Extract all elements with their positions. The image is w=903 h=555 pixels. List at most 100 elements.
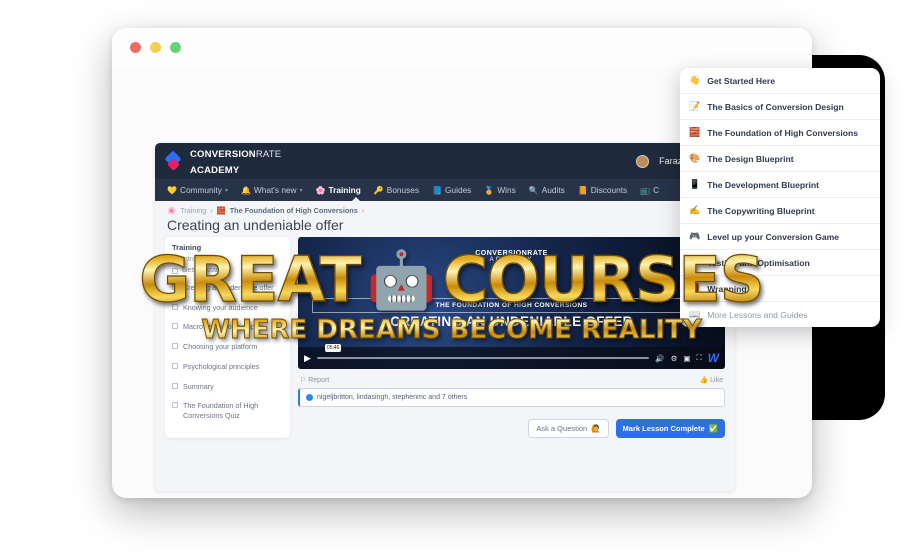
menu-item-development-blueprint[interactable]: 📱 The Development Blueprint — [680, 172, 880, 198]
nav-item-audits[interactable]: 🔍 Audits — [529, 185, 565, 195]
menu-item-testing-optimisation[interactable]: 🧪 Testing and Optimisation — [680, 250, 880, 276]
mark-lesson-complete-button[interactable]: Mark Lesson Complete ✅ — [615, 419, 725, 438]
lesson-label: Knowing your audience — [183, 302, 258, 312]
breadcrumb-parent[interactable]: Training — [180, 206, 206, 215]
list-item[interactable]: Knowing your audience — [172, 298, 283, 318]
lesson-label: Summary — [183, 381, 214, 391]
volume-icon[interactable]: 🔊 — [655, 354, 664, 363]
video-title: CREATING AN UNDENIABLE OFFER — [390, 314, 633, 329]
nav-label: Training — [328, 185, 361, 195]
test-tube-icon: 🧪 — [689, 257, 701, 267]
browser-titlebar — [112, 28, 812, 66]
progress-scrubber[interactable]: 05:46 — [316, 343, 650, 360]
menu-item-wrapping-up[interactable]: 🎁 Wrapping Up — [680, 276, 880, 302]
checkbox-icon[interactable] — [172, 257, 178, 263]
logo-line1-thin: RATE — [255, 149, 282, 160]
list-item[interactable]: Macro vs micro principles — [172, 317, 283, 337]
menu-item-foundation-high-conversions[interactable]: 🧱 The Foundation of High Conversions — [680, 120, 880, 146]
menu-item-design-blueprint[interactable]: 🎨 The Design Blueprint — [680, 146, 880, 172]
fullscreen-icon[interactable]: ⛶ — [696, 353, 701, 363]
checkbox-icon[interactable] — [172, 268, 178, 274]
nav-item-extra[interactable]: 📺 C — [640, 185, 659, 195]
action-buttons: Ask a Question 🙋 Mark Lesson Complete ✅ — [298, 407, 725, 438]
checkbox-icon[interactable] — [172, 303, 178, 310]
menu-item-more-lessons-guides[interactable]: 📖 More Lessons and Guides — [680, 302, 880, 327]
picture-in-picture-icon[interactable]: ▣ — [683, 354, 690, 363]
mobile-phone-icon: 📱 — [689, 179, 701, 189]
logo-line2: ACADEMY — [190, 165, 240, 176]
nav-item-bonuses[interactable]: 🔑 Bonuses — [374, 185, 419, 195]
likes-summary: nigeljbritton, lindasingh, stephenmc and… — [298, 388, 725, 407]
wave-icon: 👋 — [689, 75, 701, 85]
close-icon[interactable] — [130, 41, 141, 53]
report-label: Report — [308, 377, 330, 384]
tv-icon: 📺 — [640, 185, 651, 195]
video-controls: ▶ 05:46 🔊 ⚙ ▣ ⛶ W — [298, 343, 725, 369]
checkbox-icon[interactable] — [172, 362, 178, 369]
nav-label: Discounts — [590, 185, 628, 195]
checkbox-icon[interactable] — [172, 382, 178, 389]
chevron-down-icon: ▾ — [224, 187, 228, 194]
list-item[interactable]: Psychological principles — [172, 357, 283, 377]
brand-logo[interactable]: CONVERSIONRATE ACADEMY — [164, 145, 282, 177]
minimize-icon[interactable] — [150, 41, 161, 53]
breadcrumb-current[interactable]: The Foundation of High Conversions — [230, 206, 358, 215]
nav-label: What's new — [253, 185, 297, 195]
nav-label: Audits — [541, 185, 565, 195]
menu-item-level-up-conversion-game[interactable]: 🎮 Level up your Conversion Game — [680, 224, 880, 250]
maximize-icon[interactable] — [170, 41, 181, 53]
menu-item-copywriting-blueprint[interactable]: ✍ The Copywriting Blueprint — [680, 198, 880, 224]
breadcrumb: 🌸 Training › 🧱 The Foundation of High Co… — [155, 201, 735, 215]
medal-icon: 🏅 — [484, 185, 495, 195]
checkbox-icon[interactable] — [172, 402, 178, 409]
nav-label: Bonuses — [386, 185, 420, 195]
memo-icon: 📝 — [689, 101, 701, 111]
menu-item-label: Level up your Conversion Game — [707, 231, 840, 242]
menu-item-get-started[interactable]: 👋 Get Started Here — [680, 68, 880, 94]
menu-item-label: The Basics of Conversion Design — [707, 101, 844, 112]
nav-item-training[interactable]: 🌸 Training — [316, 185, 361, 195]
ask-question-button[interactable]: Ask a Question 🙋 — [528, 419, 609, 438]
nav-item-whats-new[interactable]: 🔔 What's new ▾ — [241, 185, 303, 195]
menu-item-label: The Foundation of High Conversions — [707, 127, 859, 138]
video-brand-line1: CONVERSIONRATE — [475, 250, 548, 257]
check-mark-icon: ✅ — [708, 424, 718, 433]
book-icon: 📙 — [577, 185, 588, 195]
list-item[interactable]: The Foundation of High Conversions Quiz — [172, 396, 283, 425]
report-button[interactable]: ⚐ Report — [300, 376, 329, 384]
menu-item-label: Wrapping Up — [707, 283, 761, 294]
palette-icon: 🎨 — [689, 153, 701, 163]
nav-label: Guides — [445, 185, 472, 195]
video-player[interactable]: CONVERSIONRATE ACADEMY THE FOUNDATION OF… — [298, 237, 725, 369]
menu-item-label: The Development Blueprint — [707, 179, 819, 190]
lesson-list-panel: Training Introduction Getting started Cr… — [165, 237, 290, 438]
app-navbar: 💛 Community ▾ 🔔 What's new ▾ 🌸 Training … — [155, 179, 735, 202]
gear-icon[interactable]: ⚙ — [671, 354, 678, 363]
nav-label: Community — [179, 185, 222, 195]
video-brand-line2: ACADEMY — [489, 257, 534, 263]
menu-item-basics-conversion-design[interactable]: 📝 The Basics of Conversion Design — [680, 94, 880, 120]
menu-item-label: Get Started Here — [707, 75, 776, 86]
gift-icon: 🎁 — [689, 283, 701, 293]
key-icon: 🔑 — [373, 185, 384, 195]
lesson-label: Creating an undeniable offer — [183, 283, 274, 292]
lesson-label: Macro vs micro principles — [183, 322, 265, 332]
nav-item-guides[interactable]: 📘 Guides — [432, 185, 471, 195]
checkbox-icon[interactable] — [172, 343, 178, 350]
avatar[interactable] — [636, 154, 650, 168]
nav-item-community[interactable]: 💛 Community ▾ — [167, 185, 228, 195]
checkbox-icon[interactable] — [172, 323, 178, 330]
nav-item-discounts[interactable]: 📙 Discounts — [578, 185, 627, 195]
mark-complete-label: Mark Lesson Complete — [622, 424, 705, 433]
checkbox-icon[interactable] — [172, 284, 178, 290]
list-item[interactable]: Creating an undeniable offer — [172, 278, 283, 298]
menu-item-label: Testing and Optimisation — [707, 257, 810, 268]
menu-item-label: The Design Blueprint — [707, 153, 794, 164]
nav-item-wins[interactable]: 🏅 Wins — [484, 185, 515, 195]
like-button[interactable]: 👍 Like — [699, 376, 723, 384]
list-item[interactable]: Summary — [172, 377, 283, 397]
watermark-logo: W — [707, 351, 719, 365]
play-icon[interactable]: ▶ — [304, 353, 311, 364]
list-item[interactable]: Choosing your platform — [172, 337, 283, 357]
logo-line1-bold: CONVERSION — [190, 149, 256, 160]
